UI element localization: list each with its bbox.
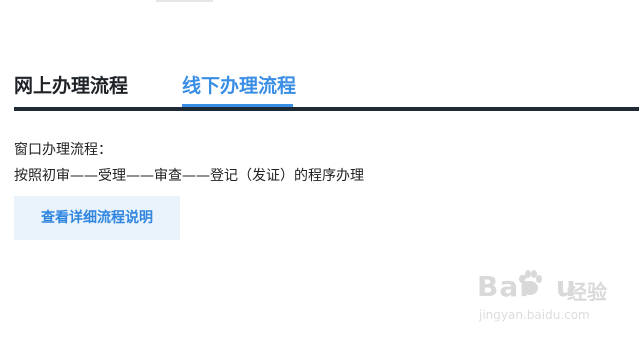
view-detailed-process-button[interactable]: 查看详细流程说明 [14,196,180,240]
watermark-url: jingyan.baidu.com [479,308,590,322]
baidu-jingyan-watermark: Bai u 经验 jingyan.baidu.com [471,260,621,330]
process-description: 按照初审——受理——审查——登记（发证）的程序办理 [14,168,364,184]
watermark-jingyan-text: 经验 [567,280,607,304]
tab-offline-process[interactable]: 线下办理流程 [182,70,296,102]
tabs-divider [14,107,639,111]
process-tabs: 网上办理流程 线下办理流程 [14,70,639,110]
tab-online-process[interactable]: 网上办理流程 [14,70,128,102]
offline-process-content: 窗口办理流程： 按照初审——受理——审查——登记（发证）的程序办理 [14,137,614,189]
top-edge-fragment [156,0,213,2]
window-process-heading: 窗口办理流程： [14,142,112,158]
baidu-paw-icon [515,268,545,298]
page: 网上办理流程 线下办理流程 窗口办理流程： 按照初审——受理——审查——登记（发… [0,0,639,338]
